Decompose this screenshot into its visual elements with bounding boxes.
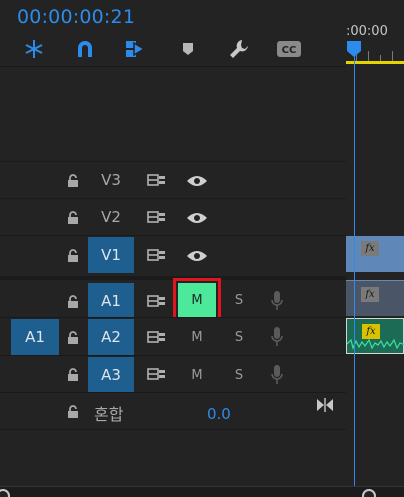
microphone-icon[interactable] bbox=[270, 326, 284, 348]
playhead-handle[interactable] bbox=[346, 40, 362, 58]
solo-button-a1[interactable]: S bbox=[229, 283, 249, 317]
wrench-icon[interactable] bbox=[226, 36, 252, 62]
playhead-line bbox=[354, 50, 355, 486]
eye-icon[interactable] bbox=[186, 174, 208, 188]
horizontal-scrollbar[interactable] bbox=[0, 486, 404, 497]
captions-label: CC bbox=[282, 45, 297, 56]
sync-lock-icon[interactable] bbox=[147, 330, 167, 344]
lock-icon[interactable] bbox=[66, 173, 80, 187]
mix-track-label: 혼합 bbox=[94, 405, 124, 424]
sync-lock-icon[interactable] bbox=[147, 248, 167, 262]
mute-button-a1[interactable]: M bbox=[173, 278, 221, 322]
microphone-icon[interactable] bbox=[270, 364, 284, 386]
lock-icon[interactable] bbox=[66, 330, 80, 344]
add-marker-icon[interactable] bbox=[175, 36, 201, 62]
mute-button-a3[interactable]: M bbox=[178, 358, 216, 392]
eye-icon[interactable] bbox=[186, 249, 208, 263]
go-to-in-out-icon[interactable] bbox=[316, 398, 334, 412]
fx-badge: fx bbox=[361, 287, 379, 302]
audio-waveform bbox=[347, 338, 404, 350]
lock-icon[interactable] bbox=[66, 367, 80, 381]
source-patch-a1[interactable]: A1 bbox=[11, 319, 59, 355]
ruler-time-label: :00:00 bbox=[346, 24, 388, 39]
lock-icon[interactable] bbox=[66, 248, 80, 262]
linked-selection-icon[interactable] bbox=[122, 36, 148, 62]
solo-button-a2[interactable]: S bbox=[229, 320, 249, 354]
track-v1: V1 bbox=[0, 235, 346, 273]
ruler-tick bbox=[368, 51, 369, 61]
timecode-display[interactable]: 00:00:00:21 bbox=[17, 6, 135, 28]
track-label-v3[interactable]: V3 bbox=[88, 162, 134, 198]
fx-badge: fx bbox=[361, 241, 379, 256]
track-mix: 혼합 0.0 bbox=[0, 392, 346, 430]
sync-lock-icon[interactable] bbox=[147, 367, 167, 381]
track-label-v1[interactable]: V1 bbox=[88, 237, 134, 273]
track-a1: A1 M S bbox=[0, 276, 346, 322]
sync-lock-icon[interactable] bbox=[147, 210, 167, 224]
track-label-a3[interactable]: A3 bbox=[88, 357, 134, 393]
track-v3: V3 bbox=[0, 161, 346, 198]
sync-lock-icon[interactable] bbox=[147, 294, 167, 308]
microphone-icon[interactable] bbox=[270, 290, 284, 312]
eye-icon[interactable] bbox=[186, 211, 208, 225]
sync-lock-icon[interactable] bbox=[147, 173, 167, 187]
mute-button-a2[interactable]: M bbox=[178, 320, 216, 354]
track-v2: V2 bbox=[0, 198, 346, 235]
lock-icon[interactable] bbox=[66, 404, 80, 418]
scroll-handle-right[interactable] bbox=[362, 489, 376, 497]
ruler-tick bbox=[392, 51, 393, 61]
track-label-v2[interactable]: V2 bbox=[88, 199, 134, 235]
solo-button-a3[interactable]: S bbox=[229, 358, 249, 392]
track-a2: A1 A2 M S bbox=[0, 317, 346, 355]
mix-volume-value[interactable]: 0.0 bbox=[207, 405, 231, 423]
track-label-a2[interactable]: A2 bbox=[88, 319, 134, 355]
lock-icon[interactable] bbox=[66, 210, 80, 224]
header-divider bbox=[0, 66, 346, 67]
track-label-a1[interactable]: A1 bbox=[88, 283, 134, 319]
snap-icon[interactable] bbox=[21, 36, 47, 62]
lock-icon[interactable] bbox=[66, 294, 80, 308]
captions-icon[interactable]: CC bbox=[276, 36, 302, 62]
magnet-icon[interactable] bbox=[72, 36, 98, 62]
track-a3: A3 M S bbox=[0, 355, 346, 393]
